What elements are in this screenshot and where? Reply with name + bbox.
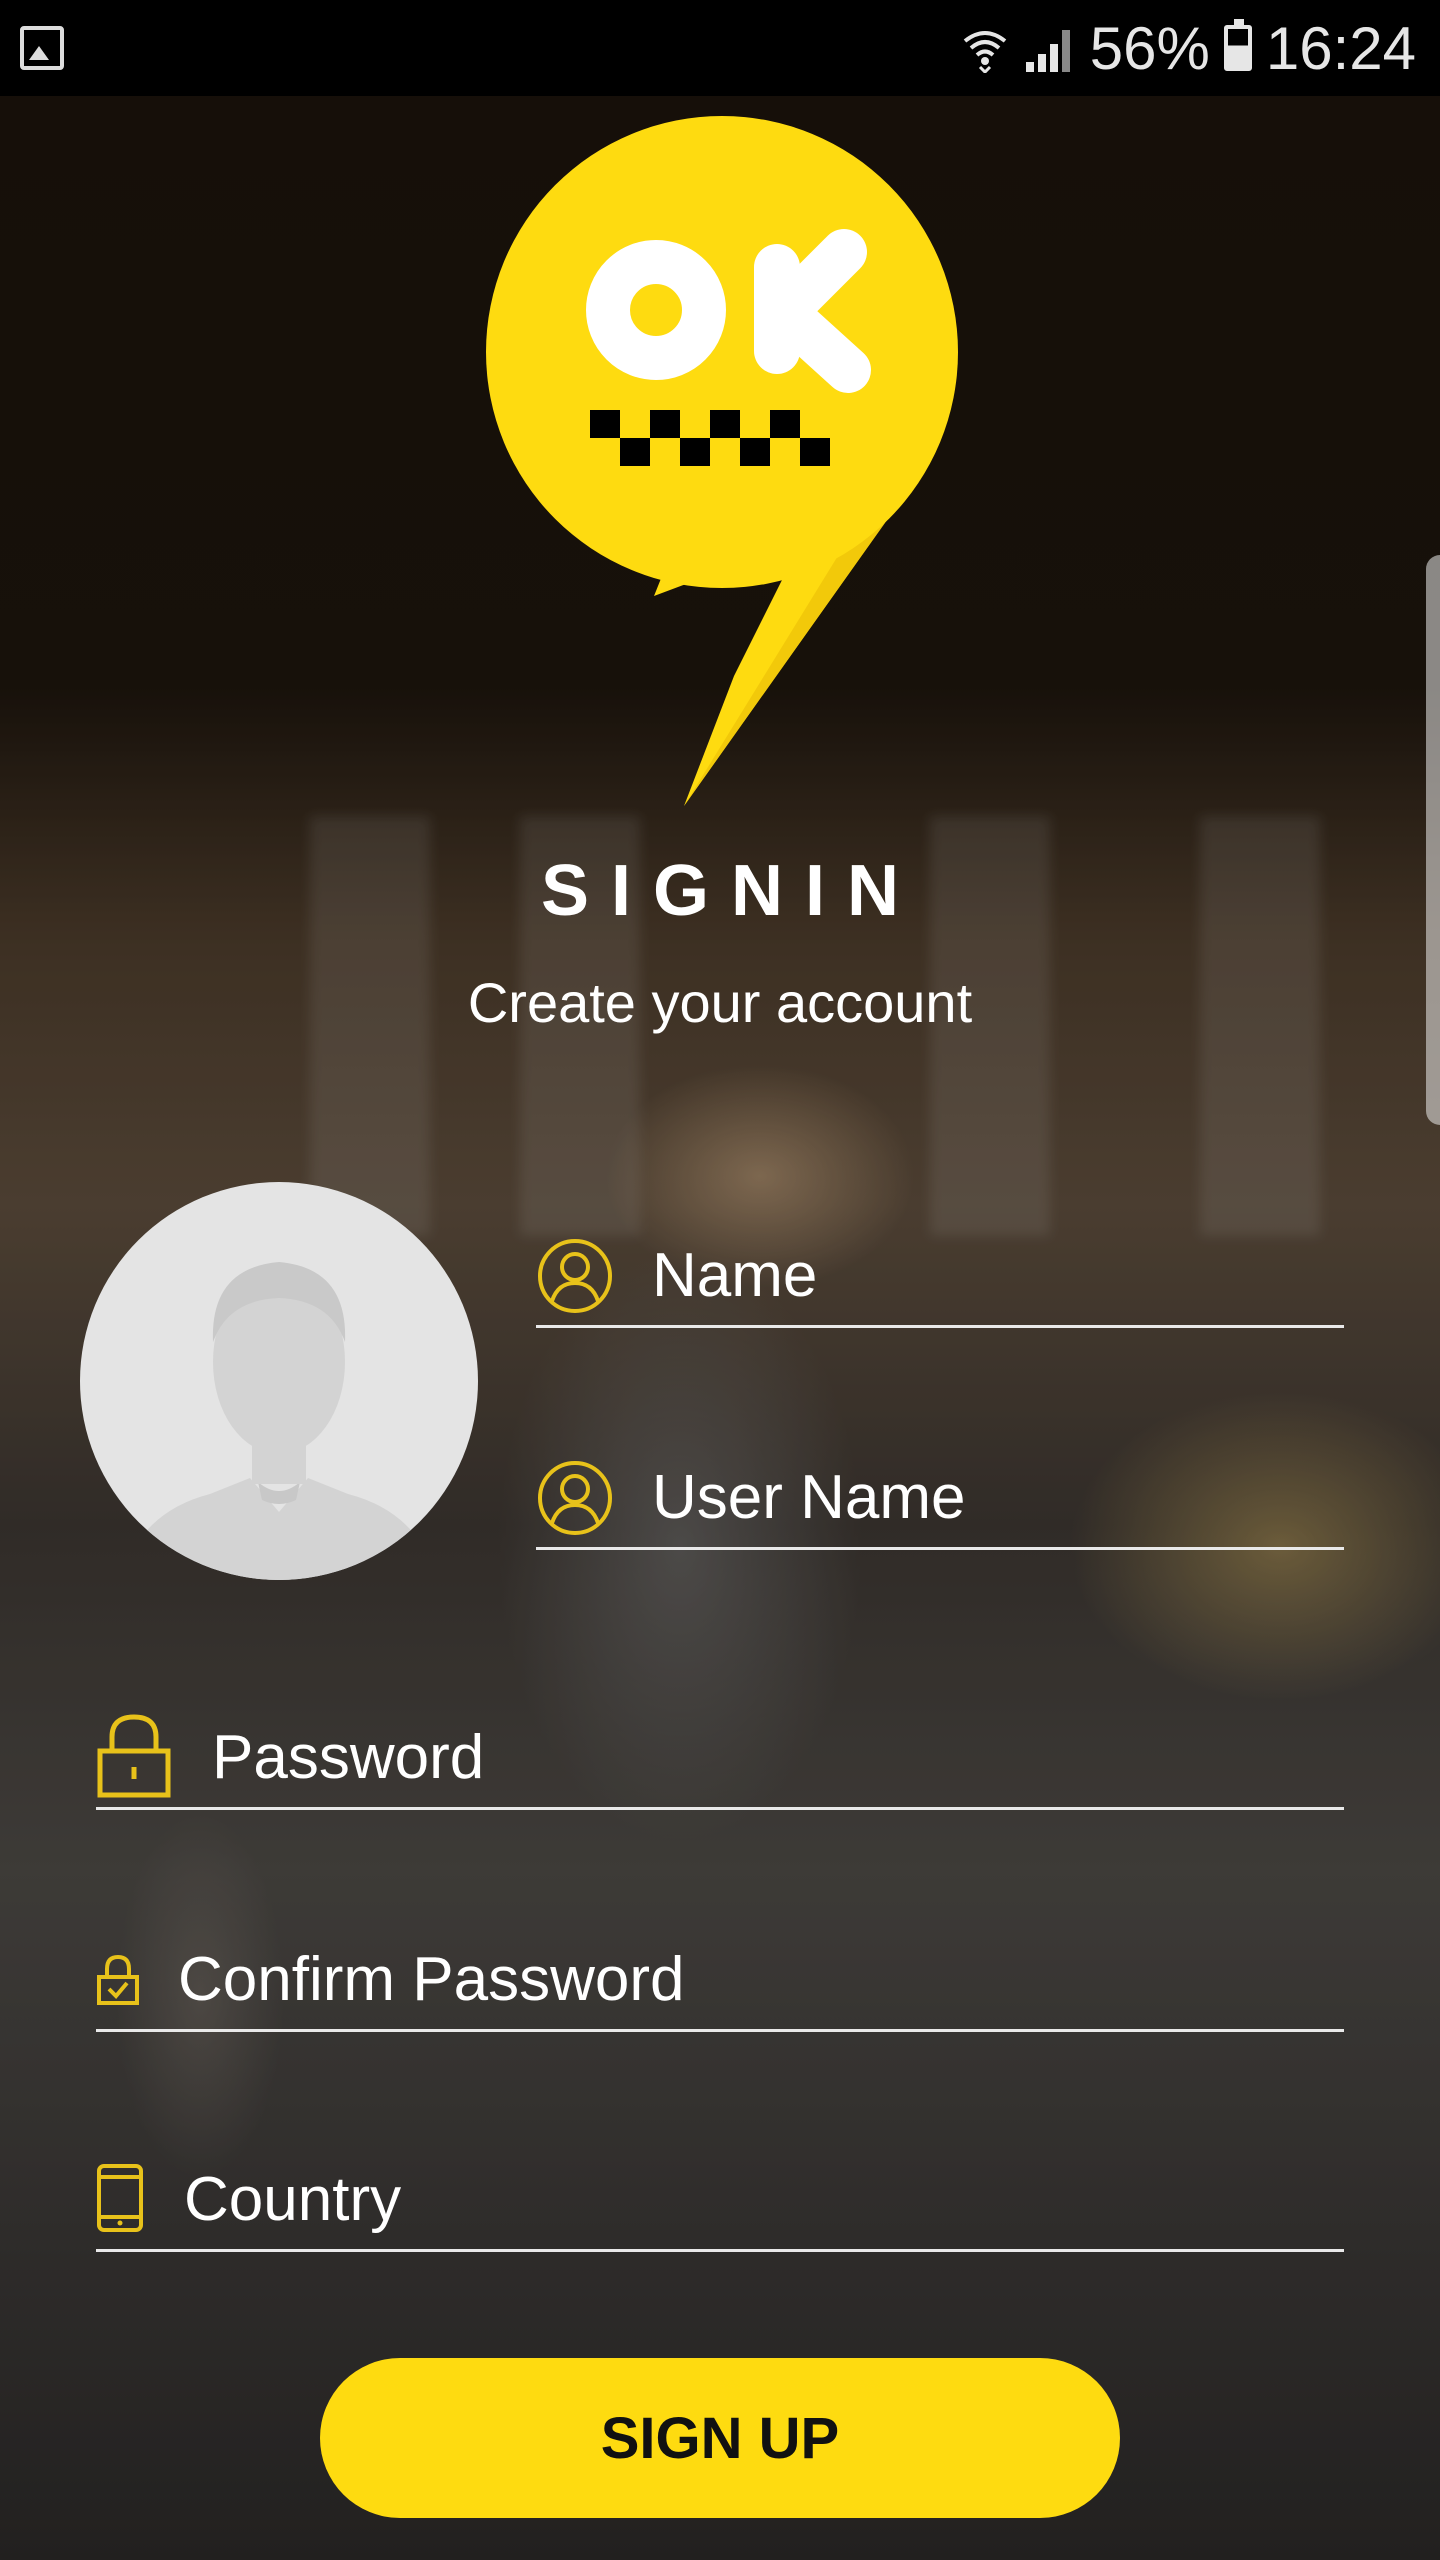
avatar-picker[interactable]	[80, 1182, 478, 1580]
user-circle-icon	[538, 1239, 612, 1313]
username-field[interactable]: User Name	[536, 1452, 1344, 1550]
gallery-notification-icon	[20, 26, 64, 70]
password-placeholder: Password	[212, 1723, 485, 1792]
name-field[interactable]: Name	[536, 1230, 1344, 1328]
phone-icon	[97, 2164, 143, 2232]
password-field[interactable]: Password	[96, 1712, 1344, 1810]
page-title: SIGNIN	[540, 851, 922, 931]
user-circle-icon	[538, 1461, 612, 1535]
wifi-icon	[963, 31, 1006, 73]
ok-taxi-logo	[486, 116, 958, 806]
confirm-password-field[interactable]: Confirm Password	[96, 1934, 1344, 2032]
clock: 16:24	[1265, 14, 1416, 82]
signal-icon	[1025, 30, 1070, 72]
battery-percent: 56%	[1089, 14, 1210, 82]
signup-button[interactable]: SIGN UP	[320, 2358, 1120, 2518]
status-bar: 56% 16:24	[0, 0, 1440, 96]
padlock-icon	[97, 1714, 171, 1798]
country-placeholder: Country	[184, 2165, 402, 2234]
edge-handle[interactable]	[1426, 555, 1440, 1125]
padlock-check-icon	[97, 1954, 139, 2005]
battery-icon	[1223, 19, 1252, 71]
page-subtitle: Create your account	[467, 971, 973, 1034]
default-user-avatar-icon	[120, 1262, 438, 1580]
name-placeholder: Name	[652, 1241, 818, 1310]
country-field[interactable]: Country	[96, 2154, 1344, 2252]
username-placeholder: User Name	[652, 1463, 966, 1532]
confirm-password-placeholder: Confirm Password	[178, 1945, 685, 2014]
